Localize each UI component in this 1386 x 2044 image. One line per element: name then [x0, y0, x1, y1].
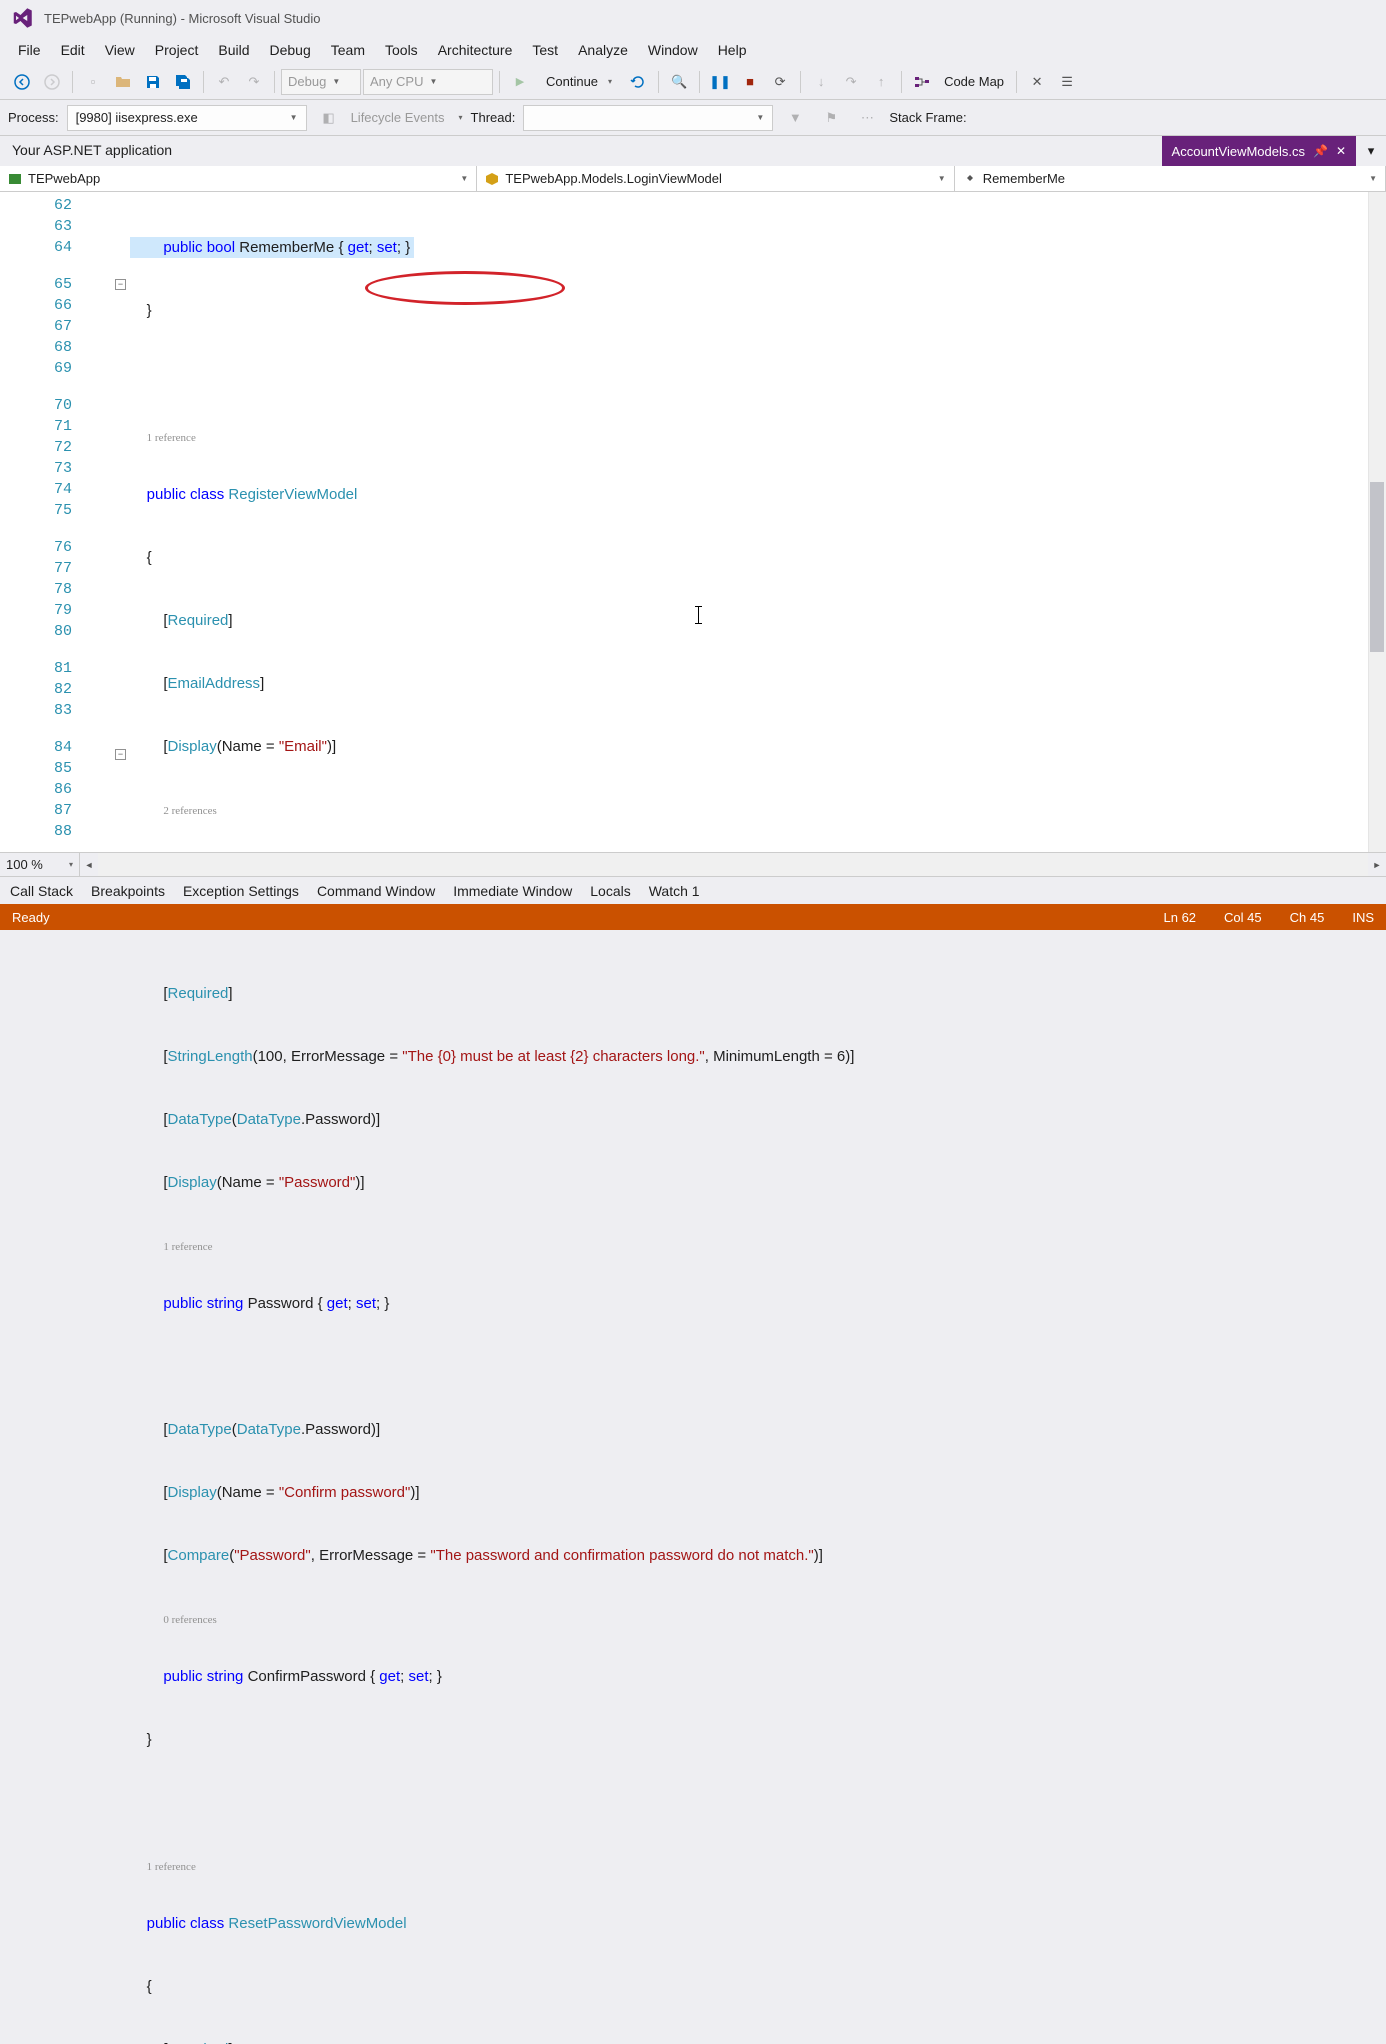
menu-bar: File Edit View Project Build Debug Team …: [0, 36, 1386, 64]
menu-edit[interactable]: Edit: [51, 38, 95, 62]
vs-logo-icon: [8, 4, 36, 32]
menu-tools[interactable]: Tools: [375, 38, 428, 62]
undo-button: ↶: [210, 68, 238, 96]
menu-view[interactable]: View: [95, 38, 145, 62]
main-toolbar: ▫ ↶ ↷ Debug▼ Any CPU▼ ▶ Continue▾ 🔍 ❚❚ ■…: [0, 64, 1386, 100]
pause-button[interactable]: ❚❚: [706, 68, 734, 96]
toolbar-separator: [72, 71, 73, 93]
menu-team[interactable]: Team: [321, 38, 375, 62]
codemap-icon[interactable]: [908, 68, 936, 96]
lifecycle-label: Lifecycle Events: [351, 110, 445, 125]
project-nav[interactable]: TEPwebApp ▼: [0, 166, 477, 191]
class-icon: [485, 172, 499, 186]
menu-help[interactable]: Help: [708, 38, 757, 62]
tab-overflow[interactable]: ▾: [1356, 136, 1386, 166]
toolbar-separator: [699, 71, 700, 93]
open-file-button[interactable]: [109, 68, 137, 96]
tab-callstack[interactable]: Call Stack: [8, 881, 75, 901]
start-button: ▶: [506, 68, 534, 96]
thread-dropdown[interactable]: ▼: [523, 105, 773, 131]
start-page-tab[interactable]: Your ASP.NET application: [0, 136, 184, 166]
pin-icon[interactable]: 📌: [1313, 144, 1328, 158]
process-dropdown[interactable]: [9980] iisexpress.exe▼: [67, 105, 307, 131]
toolbar-separator: [901, 71, 902, 93]
document-tabs: Your ASP.NET application AccountViewMode…: [0, 136, 1386, 166]
nav-forward-button: [38, 68, 66, 96]
member-nav[interactable]: RememberMe ▼: [955, 166, 1386, 191]
nav-back-button[interactable]: [8, 68, 36, 96]
window-title: TEPwebApp (Running) - Microsoft Visual S…: [44, 11, 321, 26]
toolbar-separator: [499, 71, 500, 93]
config-dropdown: Debug▼: [281, 69, 361, 95]
extra-button-2[interactable]: ☰: [1053, 68, 1081, 96]
toolbar-separator: [1016, 71, 1017, 93]
step-over-button: ↷: [837, 68, 865, 96]
menu-architecture[interactable]: Architecture: [428, 38, 523, 62]
flag-icon: ⚑: [817, 104, 845, 132]
new-project-button: ▫: [79, 68, 107, 96]
menu-build[interactable]: Build: [208, 38, 259, 62]
menu-window[interactable]: Window: [638, 38, 708, 62]
process-label: Process:: [8, 110, 59, 125]
title-bar: TEPwebApp (Running) - Microsoft Visual S…: [0, 0, 1386, 36]
code-editor[interactable]: 626364 6566676869 707172737475 767778798…: [0, 192, 1386, 852]
zoom-dropdown[interactable]: 100 %▾: [0, 853, 80, 876]
menu-debug[interactable]: Debug: [260, 38, 321, 62]
menu-analyze[interactable]: Analyze: [568, 38, 638, 62]
code-content[interactable]: public bool RememberMe { get; set; } } 1…: [90, 192, 1386, 852]
stop-button[interactable]: ■: [736, 68, 764, 96]
project-icon: [8, 172, 22, 186]
toolbar-separator: [658, 71, 659, 93]
zoom-bar: 100 %▾ ◄ ►: [0, 852, 1386, 876]
stackframe-label: Stack Frame:: [889, 110, 966, 125]
horizontal-scrollbar[interactable]: [98, 853, 1368, 876]
toolbar-separator: [800, 71, 801, 93]
step-out-button: ↑: [867, 68, 895, 96]
threads-icon: ⋯: [853, 104, 881, 132]
text-cursor: [698, 606, 699, 624]
toolbar-separator: [203, 71, 204, 93]
codemap-label[interactable]: Code Map: [938, 74, 1010, 89]
scroll-thumb[interactable]: [1370, 482, 1384, 652]
debug-toolbar: Process: [9980] iisexpress.exe▼ ◧ Lifecy…: [0, 100, 1386, 136]
close-icon[interactable]: ✕: [1336, 144, 1346, 158]
find-button[interactable]: 🔍: [665, 68, 693, 96]
extra-button-1[interactable]: ✕: [1023, 68, 1051, 96]
toolbar-separator: [274, 71, 275, 93]
class-nav[interactable]: TEPwebApp.Models.LoginViewModel ▼: [477, 166, 954, 191]
active-file-tab[interactable]: AccountViewModels.cs 📌 ✕: [1162, 136, 1356, 166]
redo-button: ↷: [240, 68, 268, 96]
code-nav-bar: TEPwebApp ▼ TEPwebApp.Models.LoginViewMo…: [0, 166, 1386, 192]
menu-file[interactable]: File: [8, 38, 51, 62]
refresh-button[interactable]: [624, 68, 652, 96]
hscroll-left[interactable]: ◄: [80, 853, 98, 876]
menu-test[interactable]: Test: [522, 38, 568, 62]
member-icon: [963, 172, 977, 186]
vertical-scrollbar[interactable]: [1368, 192, 1386, 852]
tab-file-name: AccountViewModels.cs: [1172, 144, 1305, 159]
continue-button[interactable]: Continue▾: [536, 69, 622, 95]
save-all-button[interactable]: [169, 68, 197, 96]
thread-label: Thread:: [471, 110, 516, 125]
lifecycle-icon: ◧: [315, 104, 343, 132]
save-button[interactable]: [139, 68, 167, 96]
lifecycle-arrow: ▾: [459, 113, 463, 122]
restart-button[interactable]: ⟳: [766, 68, 794, 96]
line-gutter: 626364 6566676869 707172737475 767778798…: [0, 192, 90, 852]
menu-project[interactable]: Project: [145, 38, 209, 62]
platform-dropdown: Any CPU▼: [363, 69, 493, 95]
step-into-button: ↓: [807, 68, 835, 96]
filter-icon: ▼: [781, 104, 809, 132]
